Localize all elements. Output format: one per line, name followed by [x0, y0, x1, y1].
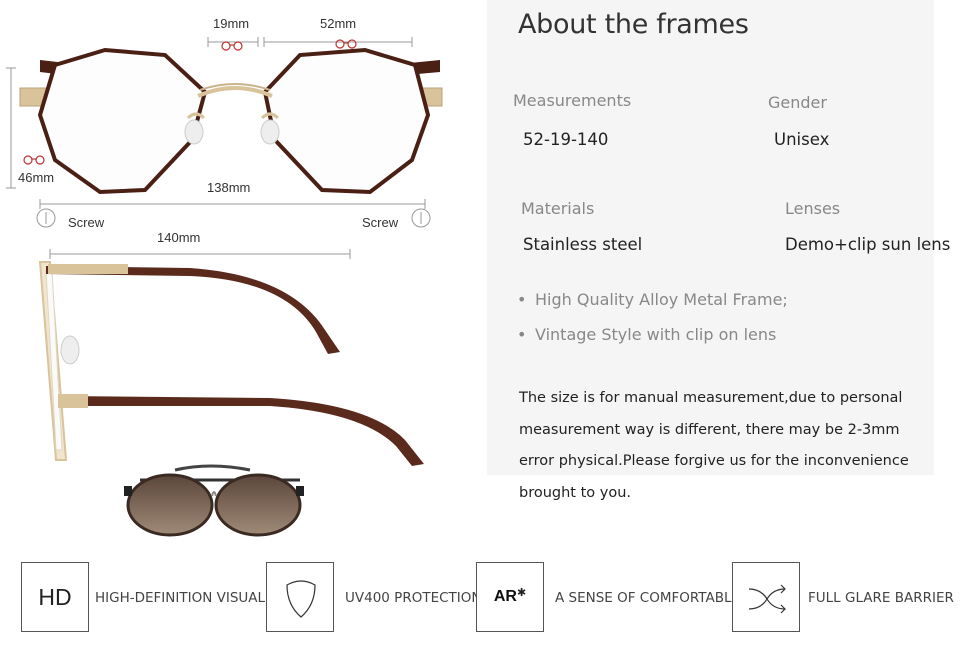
measurement-note: The size is for manual measurement,due t… — [519, 390, 909, 501]
screw-left-label: Screw — [68, 215, 105, 230]
feature-uv-box — [266, 562, 334, 632]
bullet-text: Vintage Style with clip on lens — [535, 325, 777, 344]
feature-glare-text: FULL GLARE BARRIER — [808, 590, 954, 606]
materials-value: Stainless steel — [523, 235, 643, 254]
shuffle-arrows-icon — [748, 584, 786, 614]
gender-value: Unisex — [774, 130, 830, 149]
feature-ar-box: AR ✱ — [476, 562, 544, 632]
ar-coating-icon: AR ✱ — [493, 586, 527, 606]
product-diagram: 19mm 52mm 46mm 138mm Screw Screw 140mm — [0, 0, 487, 540]
bullet-item: • High Quality Alloy Metal Frame; — [517, 290, 788, 309]
bullet-item: • Vintage Style with clip on lens — [517, 325, 776, 344]
bullet-dot-icon: • — [517, 290, 527, 309]
temple-length-label: 140mm — [157, 230, 201, 245]
side-view-frame — [38, 261, 424, 466]
ar-label: AR — [493, 588, 517, 605]
bullet-text: High Quality Alloy Metal Frame; — [535, 290, 788, 309]
front-frame — [19, 47, 443, 195]
frame-width-dimension-line — [39, 199, 426, 209]
feature-uv-text: UV400 PROTECTION — [345, 590, 482, 606]
glasses-illustration — [6, 37, 443, 540]
gender-label: Gender — [768, 93, 827, 112]
measurements-label: Measurements — [513, 91, 632, 110]
height-dimension-line — [6, 67, 16, 189]
lens-height-label: 46mm — [18, 170, 55, 185]
hd-icon: HD — [38, 583, 72, 610]
bullet-dot-icon: • — [517, 325, 527, 344]
materials-label: Materials — [521, 199, 595, 218]
feature-hd-box: HD — [21, 562, 89, 632]
measurements-value: 52-19-140 — [523, 130, 609, 149]
temple-dimension-line — [49, 249, 351, 259]
screw-right-label: Screw — [362, 215, 399, 230]
lenses-label: Lenses — [785, 199, 841, 218]
feature-ar-text: A SENSE OF COMFORTABLE — [555, 590, 741, 606]
about-title: About the frames — [518, 9, 749, 40]
lens-width-label: 52mm — [320, 16, 357, 31]
frame-width-label: 138mm — [207, 180, 251, 195]
lenses-value: Demo+clip sun lens — [785, 235, 951, 254]
feature-glare-box — [732, 562, 800, 632]
bridge-width-label: 19mm — [213, 16, 250, 31]
lens-dimension-line — [263, 37, 413, 47]
clip-on-sunglasses — [122, 455, 322, 540]
shield-icon — [286, 580, 316, 618]
feature-hd-text: HIGH-DEFINITION VISUAL — [95, 590, 266, 606]
